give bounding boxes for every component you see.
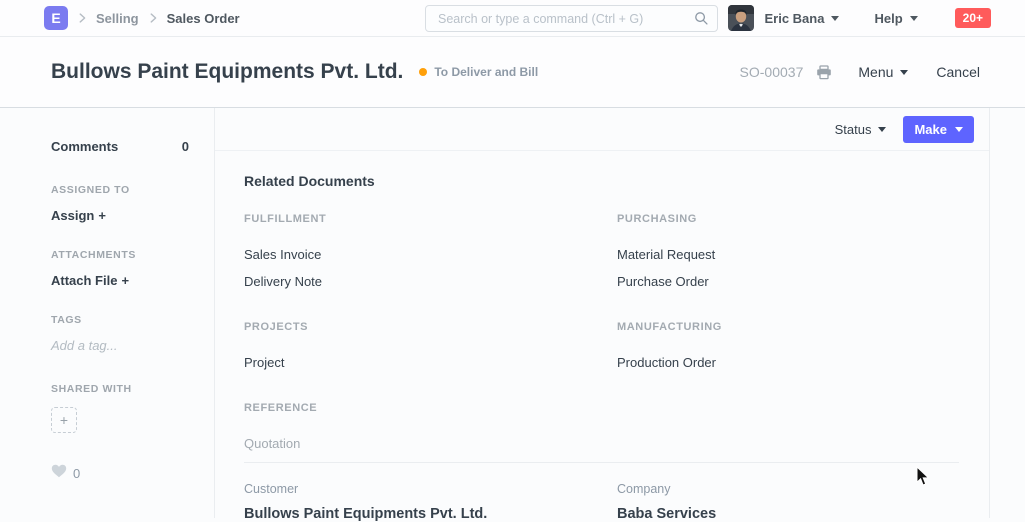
like-count: 0 bbox=[73, 466, 80, 481]
attach-file-button[interactable]: Attach File + bbox=[51, 273, 189, 288]
link-quotation[interactable]: Quotation bbox=[244, 430, 617, 457]
company-label: Company bbox=[617, 482, 959, 496]
plus-icon: + bbox=[98, 208, 106, 223]
shared-with-label: SHARED WITH bbox=[51, 383, 189, 395]
app-logo[interactable]: E bbox=[44, 6, 68, 30]
group-manufacturing: MANUFACTURING Production Order bbox=[617, 321, 959, 376]
plus-icon: + bbox=[60, 412, 68, 428]
status-dropdown-label: Status bbox=[835, 122, 872, 137]
status-text: To Deliver and Bill bbox=[434, 65, 538, 79]
caret-down-icon bbox=[831, 16, 839, 21]
link-project[interactable]: Project bbox=[244, 349, 617, 376]
link-delivery-note[interactable]: Delivery Note bbox=[244, 268, 617, 295]
group-label: FULFILLMENT bbox=[244, 213, 617, 225]
related-documents-grid: FULFILLMENT Sales Invoice Delivery Note … bbox=[244, 213, 959, 462]
search-input[interactable] bbox=[425, 5, 718, 32]
company-value: Baba Services bbox=[617, 506, 959, 522]
group-reference: REFERENCE Quotation bbox=[244, 402, 617, 457]
comments-label: Comments bbox=[51, 139, 118, 154]
form-toolbar: Status Make bbox=[215, 108, 989, 151]
status-dropdown[interactable]: Status bbox=[835, 122, 887, 137]
form-dashboard: Related Documents FULFILLMENT Sales Invo… bbox=[215, 151, 989, 522]
caret-down-icon bbox=[900, 70, 908, 75]
group-label: REFERENCE bbox=[244, 402, 617, 414]
user-menu[interactable]: Eric Bana bbox=[764, 11, 839, 26]
make-dropdown-label: Make bbox=[914, 122, 947, 137]
group-fulfillment: FULFILLMENT Sales Invoice Delivery Note bbox=[244, 213, 617, 295]
cancel-button[interactable]: Cancel bbox=[936, 64, 980, 80]
chevron-right-icon bbox=[146, 11, 160, 25]
tags-label: TAGS bbox=[51, 314, 189, 326]
page-head-actions: SO-00037 Menu Cancel bbox=[740, 64, 980, 80]
breadcrumb-sales-order[interactable]: Sales Order bbox=[167, 11, 240, 26]
breadcrumb-selling[interactable]: Selling bbox=[96, 11, 139, 26]
form-fields-section: Customer Bullows Paint Equipments Pvt. L… bbox=[244, 462, 959, 522]
caret-down-icon bbox=[878, 127, 886, 132]
link-material-request[interactable]: Material Request bbox=[617, 241, 959, 268]
page-head: Bullows Paint Equipments Pvt. Ltd. To De… bbox=[0, 37, 1025, 108]
help-label: Help bbox=[874, 11, 902, 26]
avatar[interactable] bbox=[728, 5, 754, 31]
link-production-order[interactable]: Production Order bbox=[617, 349, 959, 376]
group-projects: PROJECTS Project bbox=[244, 321, 617, 376]
attachments-label: ATTACHMENTS bbox=[51, 249, 189, 261]
menu-button[interactable]: Menu bbox=[858, 64, 908, 80]
company-field: Company Baba Services bbox=[617, 482, 959, 522]
form-sidebar: Comments 0 ASSIGNED TO Assign + ATTACHMEN… bbox=[0, 108, 215, 518]
customer-value: Bullows Paint Equipments Pvt. Ltd. bbox=[244, 506, 617, 522]
link-purchase-order[interactable]: Purchase Order bbox=[617, 268, 959, 295]
caret-down-icon bbox=[955, 127, 963, 132]
navbar: E Selling Sales Order Eric Bana bbox=[0, 0, 1025, 37]
right-gutter bbox=[990, 108, 1025, 518]
assign-label: Assign bbox=[51, 208, 94, 223]
menu-label: Menu bbox=[858, 64, 893, 80]
attach-file-label: Attach File bbox=[51, 273, 117, 288]
user-name: Eric Bana bbox=[764, 11, 824, 26]
plus-icon: + bbox=[121, 273, 129, 288]
page-body: Comments 0 ASSIGNED TO Assign + ATTACHMEN… bbox=[0, 108, 1025, 518]
group-label: MANUFACTURING bbox=[617, 321, 959, 333]
page-title: Bullows Paint Equipments Pvt. Ltd. bbox=[51, 60, 403, 84]
comments-count: 0 bbox=[182, 139, 189, 154]
notifications-badge[interactable]: 20+ bbox=[955, 8, 991, 28]
customer-label: Customer bbox=[244, 482, 617, 496]
status-dot-icon bbox=[419, 68, 427, 76]
heart-icon bbox=[51, 464, 67, 483]
group-label: PURCHASING bbox=[617, 213, 959, 225]
like-control[interactable]: 0 bbox=[51, 464, 189, 483]
help-menu[interactable]: Help bbox=[874, 11, 917, 26]
chevron-right-icon bbox=[75, 11, 89, 25]
global-search bbox=[425, 5, 718, 32]
document-number: SO-00037 bbox=[740, 64, 804, 80]
status-indicator: To Deliver and Bill bbox=[419, 65, 538, 79]
breadcrumb: E Selling Sales Order bbox=[44, 6, 240, 30]
form-main: Status Make Related Documents FULFILLMEN… bbox=[215, 108, 990, 518]
related-documents-heading: Related Documents bbox=[244, 173, 959, 189]
caret-down-icon bbox=[910, 16, 918, 21]
group-purchasing: PURCHASING Material Request Purchase Ord… bbox=[617, 213, 959, 295]
assigned-to-label: ASSIGNED TO bbox=[51, 184, 189, 196]
customer-field: Customer Bullows Paint Equipments Pvt. L… bbox=[244, 482, 617, 522]
comments-link[interactable]: Comments 0 bbox=[51, 139, 189, 154]
add-tag-input[interactable]: Add a tag... bbox=[51, 338, 189, 353]
add-share-button[interactable]: + bbox=[51, 407, 77, 433]
make-dropdown[interactable]: Make bbox=[903, 116, 974, 143]
assign-button[interactable]: Assign + bbox=[51, 208, 189, 223]
grid-spacer bbox=[617, 402, 959, 462]
link-sales-invoice[interactable]: Sales Invoice bbox=[244, 241, 617, 268]
navbar-right: Eric Bana Help 20+ bbox=[728, 5, 991, 31]
print-icon[interactable] bbox=[816, 65, 832, 80]
group-label: PROJECTS bbox=[244, 321, 617, 333]
